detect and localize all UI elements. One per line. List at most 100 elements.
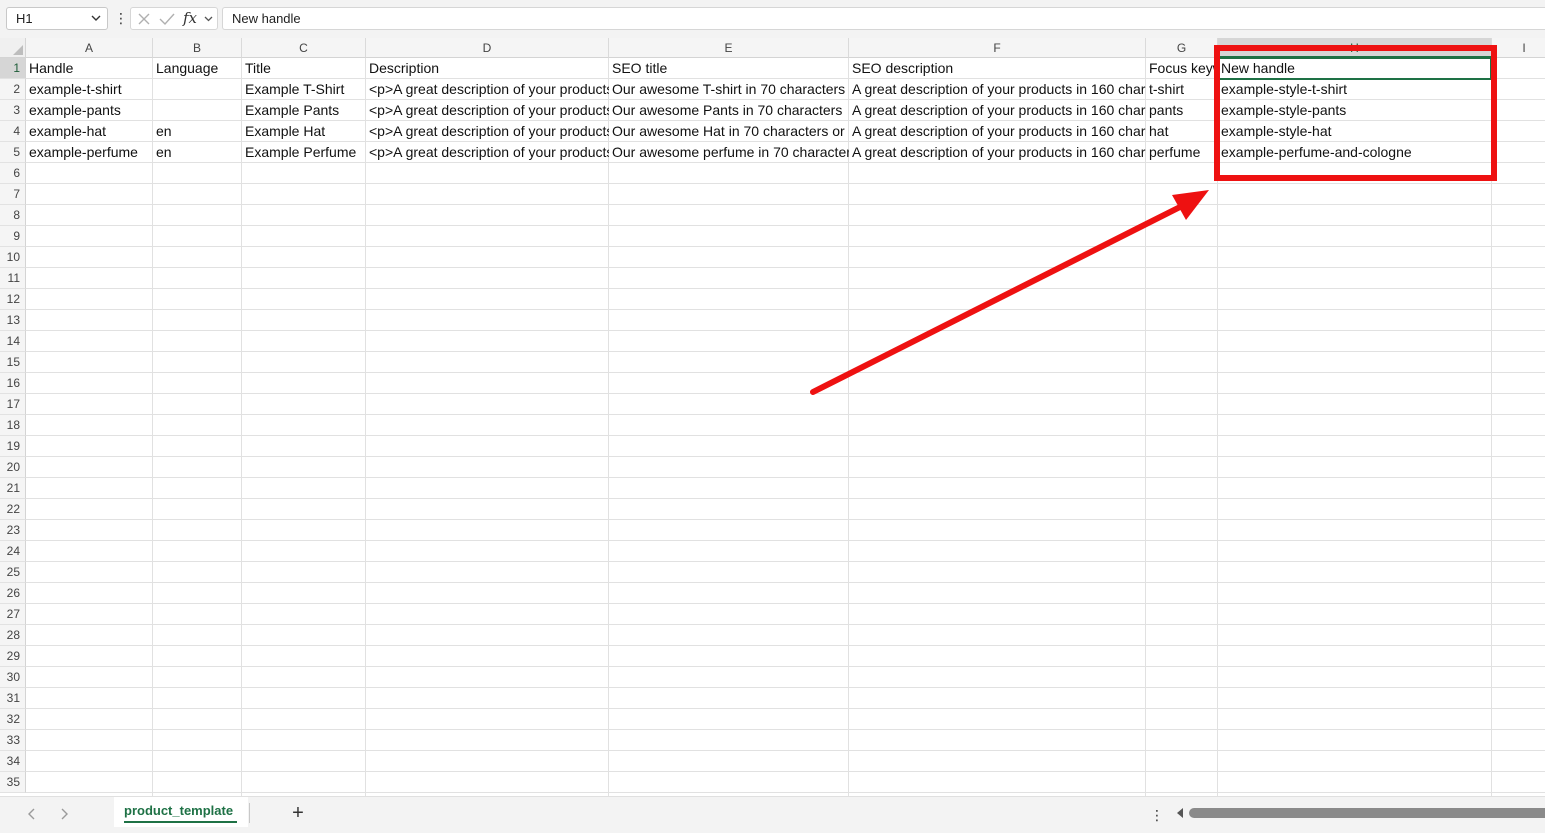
cell-c2[interactable]: Example T-Shirt [242, 79, 366, 100]
insert-function-icon[interactable]: fx [183, 9, 197, 27]
row-header-5[interactable]: 5 [0, 142, 26, 163]
column-header-e[interactable]: E [609, 38, 849, 58]
cell-c1[interactable]: Title [242, 58, 366, 79]
row-header-19[interactable]: 19 [0, 436, 26, 457]
column-header-c[interactable]: C [242, 38, 366, 58]
row-header-23[interactable]: 23 [0, 520, 26, 541]
row-header-22[interactable]: 22 [0, 499, 26, 520]
cell-f1[interactable]: SEO description [849, 58, 1146, 79]
more-options-icon[interactable]: ⋮ [114, 9, 128, 27]
cell-g1[interactable]: Focus keyword [1146, 58, 1218, 79]
cell-a3[interactable]: example-pants [26, 100, 153, 121]
horizontal-scrollbar-thumb[interactable] [1189, 808, 1545, 818]
row-header-26[interactable]: 26 [0, 583, 26, 604]
chevron-left-icon[interactable] [22, 805, 42, 823]
cell-a5[interactable]: example-perfume [26, 142, 153, 163]
row-header-17[interactable]: 17 [0, 394, 26, 415]
cell-d1[interactable]: Description [366, 58, 609, 79]
row-header-33[interactable]: 33 [0, 730, 26, 751]
cell-f3[interactable]: A great description of your products in … [849, 100, 1146, 121]
cell-e1[interactable]: SEO title [609, 58, 849, 79]
chevron-right-icon[interactable] [54, 805, 74, 823]
cell-c4[interactable]: Example Hat [242, 121, 366, 142]
cell-g4[interactable]: hat [1146, 121, 1218, 142]
row-header-24[interactable]: 24 [0, 541, 26, 562]
cell-a2[interactable]: example-t-shirt [26, 79, 153, 100]
column-header-h[interactable]: H [1218, 38, 1492, 58]
cell-g3[interactable]: pants [1146, 100, 1218, 121]
row-header-32[interactable]: 32 [0, 709, 26, 730]
row-header-16[interactable]: 16 [0, 373, 26, 394]
row-header-9[interactable]: 9 [0, 226, 26, 247]
cell-b1[interactable]: Language [153, 58, 242, 79]
cell-d3[interactable]: <p>A great description of your products … [366, 100, 609, 121]
chevron-down-icon[interactable] [203, 13, 214, 24]
formula-input[interactable]: New handle [222, 7, 1545, 30]
sheet-tab-product-template[interactable]: product_template [114, 797, 248, 827]
cell-d5[interactable]: <p>A great description of your products … [366, 142, 609, 163]
name-box[interactable]: H1 [6, 7, 108, 30]
row-header-20[interactable]: 20 [0, 457, 26, 478]
add-sheet-plus-icon[interactable]: + [288, 803, 308, 823]
cell-b4[interactable]: en [153, 121, 242, 142]
cell-a1[interactable]: Handle [26, 58, 153, 79]
row-header-29[interactable]: 29 [0, 646, 26, 667]
row-header-31[interactable]: 31 [0, 688, 26, 709]
cell-e5[interactable]: Our awesome perfume in 70 characters [609, 142, 849, 163]
row-header-11[interactable]: 11 [0, 268, 26, 289]
row-header-4[interactable]: 4 [0, 121, 26, 142]
cell-g2[interactable]: t-shirt [1146, 79, 1218, 100]
cell-e2[interactable]: Our awesome T-shirt in 70 characters [609, 79, 849, 100]
row-header-12[interactable]: 12 [0, 289, 26, 310]
row-header-34[interactable]: 34 [0, 751, 26, 772]
cell-b2[interactable] [153, 79, 242, 100]
cell-f2[interactable]: A great description of your products in … [849, 79, 1146, 100]
row-header-27[interactable]: 27 [0, 604, 26, 625]
row-header-14[interactable]: 14 [0, 331, 26, 352]
chevron-down-icon[interactable] [90, 12, 102, 24]
cell-h2[interactable]: example-style-t-shirt [1218, 79, 1492, 100]
cell-a4[interactable]: example-hat [26, 121, 153, 142]
cell-e4[interactable]: Our awesome Hat in 70 characters or less [609, 121, 849, 142]
column-header-a[interactable]: A [26, 38, 153, 58]
row-header-30[interactable]: 30 [0, 667, 26, 688]
row-header-8[interactable]: 8 [0, 205, 26, 226]
cell-d2[interactable]: <p>A great description of your products … [366, 79, 609, 100]
column-header-b[interactable]: B [153, 38, 242, 58]
worksheet-grid[interactable]: ABCDEFGHI 1 2 3 4 5 6 7 8 9 10 11 12 13 14 15 16 17 18 19 2… [0, 38, 1545, 796]
cell-f4[interactable]: A great description of your products in … [849, 121, 1146, 142]
row-header-6[interactable]: 6 [0, 163, 26, 184]
cell-d4[interactable]: <p>A great description of your products … [366, 121, 609, 142]
column-header-g[interactable]: G [1146, 38, 1218, 58]
cell-c5[interactable]: Example Perfume [242, 142, 366, 163]
cell-h3[interactable]: example-style-pants [1218, 100, 1492, 121]
column-header-i[interactable]: I [1492, 38, 1545, 58]
row-header-21[interactable]: 21 [0, 478, 26, 499]
cell-b5[interactable]: en [153, 142, 242, 163]
row-header-15[interactable]: 15 [0, 352, 26, 373]
row-header-25[interactable]: 25 [0, 562, 26, 583]
cancel-icon[interactable] [137, 12, 151, 26]
cell-f5[interactable]: A great description of your products in … [849, 142, 1146, 163]
row-header-10[interactable]: 10 [0, 247, 26, 268]
row-header-13[interactable]: 13 [0, 310, 26, 331]
cell-c3[interactable]: Example Pants [242, 100, 366, 121]
cell-b3[interactable] [153, 100, 242, 121]
row-header-35[interactable]: 35 [0, 772, 26, 793]
more-options-icon[interactable]: ⋮ [1150, 805, 1164, 825]
row-header-3[interactable]: 3 [0, 100, 26, 121]
cell-e3[interactable]: Our awesome Pants in 70 characters [609, 100, 849, 121]
row-header-1[interactable]: 1 [0, 58, 26, 79]
scroll-left-arrow-icon[interactable] [1175, 807, 1185, 819]
column-header-f[interactable]: F [849, 38, 1146, 58]
row-header-2[interactable]: 2 [0, 79, 26, 100]
row-header-7[interactable]: 7 [0, 184, 26, 205]
select-all-triangle-icon[interactable] [13, 45, 23, 55]
row-header-18[interactable]: 18 [0, 415, 26, 436]
row-header-28[interactable]: 28 [0, 625, 26, 646]
cell-h4[interactable]: example-style-hat [1218, 121, 1492, 142]
select-all-corner[interactable] [0, 38, 26, 58]
column-header-d[interactable]: D [366, 38, 609, 58]
cell-g5[interactable]: perfume [1146, 142, 1218, 163]
enter-check-icon[interactable] [159, 12, 175, 26]
